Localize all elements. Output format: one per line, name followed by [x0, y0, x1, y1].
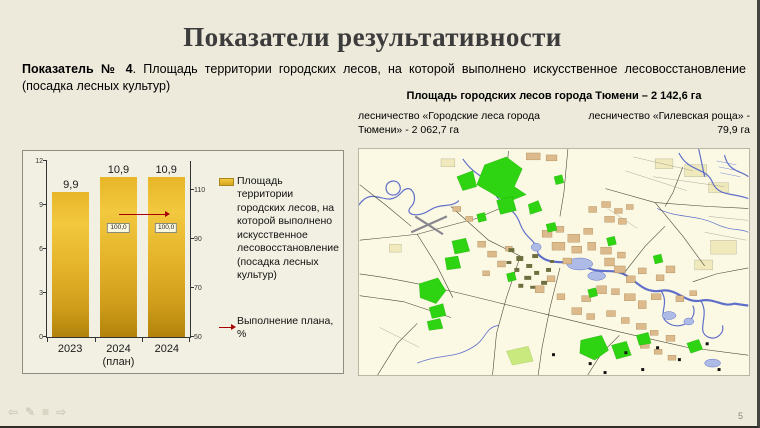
line-value-label: 100,0	[155, 223, 177, 233]
legend-bar-label: Площадь территории городских лесов, на к…	[237, 175, 339, 283]
slide-menu-icon[interactable]: ≡	[42, 405, 49, 419]
chart-plot: 9,9 10,9 100,0 10,9 100,0 12963011090705…	[46, 161, 191, 338]
x-label-2024: 2024	[143, 343, 191, 368]
x-label-2024-plan: 2024 (план)	[94, 343, 142, 368]
left-axis-tick-label: 9	[29, 202, 43, 209]
x-axis-tick	[95, 337, 96, 342]
presenter-toolbar: ⇦ ✎ ≡ ⇨	[8, 405, 66, 419]
next-slide-icon[interactable]: ⇨	[56, 405, 66, 419]
left-axis-tick-label: 0	[29, 334, 43, 341]
right-axis-tick-label: 90	[194, 236, 211, 243]
previous-slide-icon[interactable]: ⇦	[8, 405, 18, 419]
left-axis-tick	[43, 160, 47, 161]
left-axis-tick-label: 6	[29, 246, 43, 253]
right-axis-tick	[190, 336, 194, 337]
right-axis-tick	[190, 287, 194, 288]
x-axis-tick	[47, 337, 48, 342]
tyumen-map-image	[359, 149, 749, 375]
x-axis-tick	[142, 337, 143, 342]
bar-swatch-icon	[219, 178, 234, 186]
bar	[148, 177, 185, 337]
left-axis-tick	[43, 204, 47, 205]
right-axis-tick	[190, 238, 194, 239]
bar-value-label: 10,9	[155, 164, 176, 176]
bar-value-label: 10,9	[108, 164, 129, 176]
bar-group-2024-plan: 10,9 100,0	[95, 161, 143, 337]
indicator-label: Показатель № 4	[22, 62, 133, 76]
bar	[52, 192, 89, 337]
line-marker-icon	[219, 327, 234, 328]
map-panel	[358, 148, 750, 376]
forest-info-block: Площадь городских лесов города Тюмени – …	[358, 90, 750, 137]
left-axis-tick	[43, 336, 47, 337]
legend-line-label: Выполнение плана, %	[237, 315, 339, 342]
right-axis-tick-label: 110	[194, 187, 211, 194]
chart-legend: Площадь территории городских лесов, на к…	[219, 175, 339, 341]
bar	[100, 177, 137, 337]
left-axis-tick-label: 12	[29, 158, 43, 165]
x-axis-tick	[189, 337, 190, 342]
slide-title: Показатели результативности	[0, 22, 745, 53]
right-axis-tick-label: 70	[194, 285, 211, 292]
left-axis-tick-label: 3	[29, 290, 43, 297]
forestry-columns: лесничество «Городские леса города Тюмен…	[358, 109, 750, 137]
chart-panel: 9,9 10,9 100,0 10,9 100,0 12 9 6 3 0 110 90 70 5…	[22, 150, 344, 374]
left-axis-tick	[43, 248, 47, 249]
pen-tool-icon[interactable]: ✎	[25, 405, 35, 419]
left-axis-tick	[43, 292, 47, 293]
presentation-slide: Показатели результативности Показатель №…	[0, 0, 760, 428]
right-axis-tick	[190, 189, 194, 190]
forestry-gilevskaya: лесничество «Гилевская роща» - 79,9 га	[588, 109, 750, 137]
right-axis-tick-label: 50	[194, 334, 211, 341]
forest-total-area: Площадь городских лесов города Тюмени – …	[358, 90, 750, 102]
legend-item-area: Площадь территории городских лесов, на к…	[219, 175, 339, 283]
bar-value-label: 9,9	[63, 179, 78, 191]
plan-line	[119, 214, 167, 215]
x-label-2023: 2023	[46, 343, 94, 368]
bar-group-2024: 10,9 100,0	[142, 161, 190, 337]
line-value-label: 100,0	[107, 223, 129, 233]
x-axis-labels: 2023 2024 (план) 2024	[46, 343, 191, 368]
forestry-city-forests: лесничество «Городские леса города Тюмен…	[358, 109, 558, 137]
bar-group-2023: 9,9	[47, 161, 95, 337]
legend-item-plan: Выполнение плана, %	[219, 315, 339, 342]
slide-number: 5	[738, 411, 743, 421]
